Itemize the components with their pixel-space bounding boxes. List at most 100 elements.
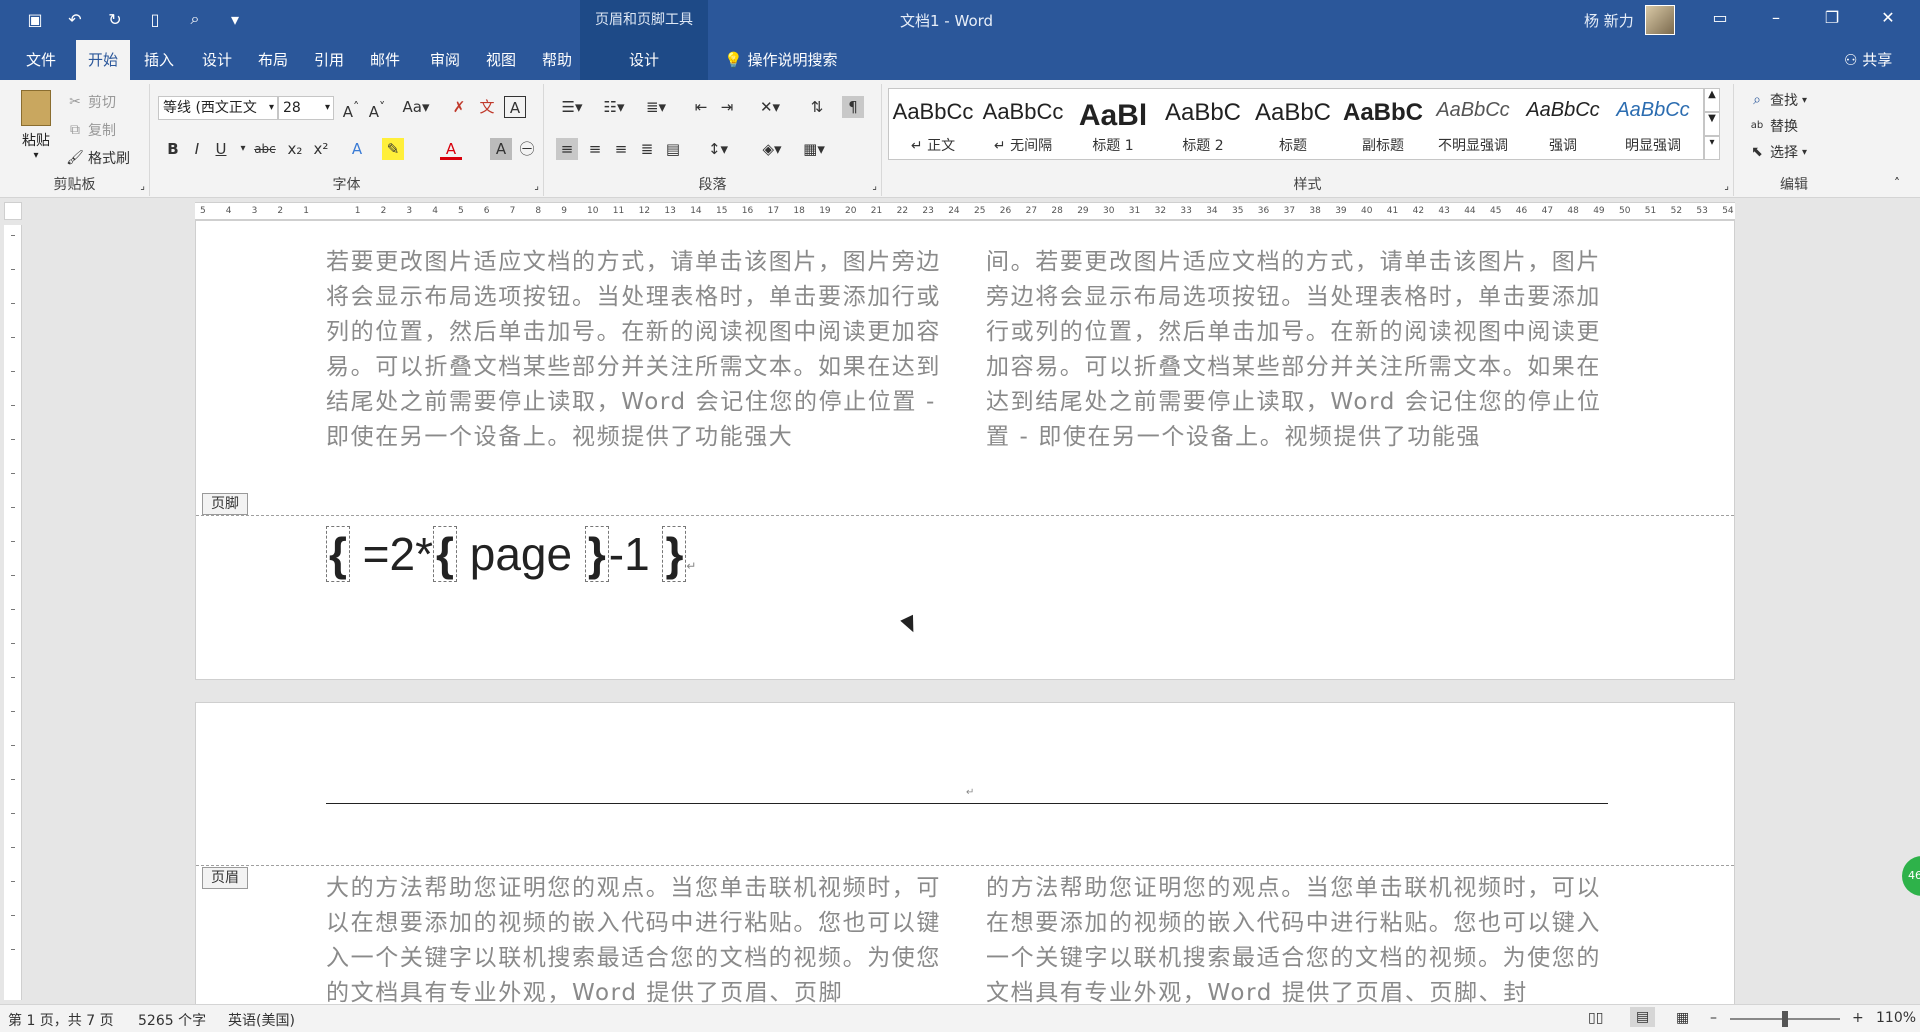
change-case-icon[interactable]: Aa▾ [400,96,432,118]
zoom-out-icon[interactable]: – [1710,1010,1717,1026]
document-page-1[interactable]: 若要更改图片适应文档的方式，请单击该图片，图片旁边将会显示布局选项按钮。当处理表… [195,220,1735,680]
underline-dropdown-icon[interactable]: ▾ [232,138,254,160]
print-preview-icon[interactable]: ⌕ [184,8,206,30]
print-layout-icon[interactable]: ▤ [1630,1007,1656,1027]
justify-icon[interactable]: ≣ [636,138,658,160]
body-column-2[interactable]: 间。若要更改图片适应文档的方式，请单击该图片，图片旁边将会显示布局选项按钮。当处… [986,245,1606,489]
increase-indent-icon[interactable]: ⇥ [716,96,738,118]
strikethrough-icon[interactable]: abc [254,138,276,160]
style-item[interactable]: AaBbCc ↵ 正文 [889,89,977,159]
character-shading-icon[interactable]: A [490,138,512,160]
restore-icon[interactable]: ❐ [1820,8,1844,32]
align-center-icon[interactable]: ≡ [584,138,606,160]
style-item[interactable]: AaBbCc 明显强调 [1609,89,1697,159]
page-count[interactable]: 第 1 页，共 7 页 [8,1010,114,1030]
zoom-in-icon[interactable]: + [1852,1010,1864,1026]
tab-design[interactable]: 设计 [190,40,244,80]
multilevel-list-icon[interactable]: ≣▾ [640,96,672,118]
close-icon[interactable]: ✕ [1876,8,1900,32]
find-button[interactable]: ⌕ 查找 ▾ [1748,90,1807,110]
text-effects-icon[interactable]: A [346,138,368,160]
select-button[interactable]: ⬉ 选择 ▾ [1748,142,1807,162]
font-color-icon[interactable]: A [440,138,462,160]
font-launcher-icon[interactable]: ⌟ [534,181,539,192]
share-button[interactable]: ⚇ 共享 [1844,40,1892,80]
tab-help[interactable]: 帮助 [530,40,584,80]
avatar[interactable] [1645,5,1675,35]
copy-button[interactable]: ⧉ 复制 [66,120,116,140]
floating-badge[interactable]: 46 [1902,856,1920,896]
customize-qat-icon[interactable]: ▾ [224,8,246,30]
line-spacing-icon[interactable]: ↕▾ [702,138,734,160]
shading-icon[interactable]: ◈▾ [756,138,788,160]
zoom-slider-thumb[interactable] [1782,1011,1788,1027]
tab-header-footer-design[interactable]: 设计 [580,40,708,80]
align-left-icon[interactable]: ≡ [556,138,578,160]
style-item[interactable]: AaBbC 标题 2 [1159,89,1247,159]
vertical-ruler[interactable] [4,225,22,1000]
sort-icon[interactable]: ⇅ [806,96,828,118]
align-right-icon[interactable]: ≡ [610,138,632,160]
style-item[interactable]: AaBbCc 强调 [1519,89,1607,159]
subscript-icon[interactable]: x₂ [284,138,306,160]
numbering-icon[interactable]: ☷▾ [598,96,630,118]
minimize-icon[interactable]: – [1764,8,1788,32]
word-count[interactable]: 5265 个字 [138,1010,206,1030]
style-item[interactable]: AaBbCc ↵ 无间隔 [979,89,1067,159]
read-mode-icon[interactable]: ▯▯ [1588,1010,1603,1026]
italic-icon[interactable]: I [186,138,208,160]
tab-home[interactable]: 开始 [76,40,131,80]
collapse-ribbon-icon[interactable]: ˄ [1894,176,1900,190]
gallery-scroll-up[interactable]: ▲ [1704,88,1720,112]
bullets-icon[interactable]: ☰▾ [556,96,588,118]
gallery-scroll-down[interactable]: ▼ [1704,112,1720,136]
styles-launcher-icon[interactable]: ⌟ [1724,181,1729,192]
highlight-icon[interactable]: ✎ [382,138,404,160]
character-border-icon[interactable]: A [504,96,526,118]
shrink-font-icon[interactable]: A˅ [366,96,388,121]
underline-icon[interactable]: U [210,138,232,160]
user-name[interactable]: 杨 新力 [1584,10,1634,31]
paragraph-launcher-icon[interactable]: ⌟ [872,181,877,192]
save-icon[interactable]: ▣ [24,8,46,30]
style-item[interactable]: AaBbCc 不明显强调 [1429,89,1517,159]
tab-selector[interactable] [4,202,22,220]
tab-mailings[interactable]: 邮件 [358,40,412,80]
format-painter-button[interactable]: 🖌 格式刷 [66,148,130,168]
body-column-1[interactable]: 若要更改图片适应文档的方式，请单击该图片，图片旁边将会显示布局选项按钮。当处理表… [326,245,946,489]
tab-layout[interactable]: 布局 [246,40,300,80]
body-column-2[interactable]: 的方法帮助您证明您的观点。当您单击联机视频时，可以在想要添加的视频的嵌入代码中进… [986,871,1606,1011]
document-page-2[interactable]: ↵ 页眉 大的方法帮助您证明您的观点。当您单击联机视频时，可以在想要添加的视频的… [195,702,1735,1012]
style-item[interactable]: AaBl 标题 1 [1069,89,1157,159]
tab-insert[interactable]: 插入 [132,40,186,80]
gallery-more[interactable]: ▾ [1704,136,1720,160]
tell-me-search[interactable]: 💡 操作说明搜索 [724,40,837,80]
borders-icon[interactable]: ▦▾ [798,138,830,160]
tab-references[interactable]: 引用 [302,40,356,80]
show-formatting-marks-icon[interactable]: ¶ [842,96,864,118]
zoom-level[interactable]: 110% [1876,1010,1916,1026]
clear-formatting-icon[interactable]: ✗ [448,96,470,118]
paste-button[interactable]: 粘贴 ▾ [14,90,58,161]
style-item[interactable]: AaBbC 标题 [1249,89,1337,159]
tab-review[interactable]: 审阅 [418,40,472,80]
clipboard-launcher-icon[interactable]: ⌟ [140,181,145,192]
bold-icon[interactable]: B [162,138,184,160]
font-name-combo[interactable]: 等线 (西文正文 ▾ [158,96,278,120]
grow-font-icon[interactable]: A˄ [340,96,362,121]
body-column-1[interactable]: 大的方法帮助您证明您的观点。当您单击联机视频时，可以在想要添加的视频的嵌入代码中… [326,871,946,1011]
style-item[interactable]: AaBbC 副标题 [1339,89,1427,159]
language-indicator[interactable]: 英语(美国) [228,1010,295,1030]
undo-icon[interactable]: ↶ [64,8,86,30]
paste-dropdown-icon[interactable]: ▾ [14,150,58,161]
superscript-icon[interactable]: x² [310,138,332,160]
asian-layout-icon[interactable]: ✕▾ [754,96,786,118]
new-document-icon[interactable]: ▯ [144,8,166,30]
phonetic-guide-icon[interactable]: 文 [476,96,498,118]
horizontal-ruler[interactable]: 5 4 3 2 1 1 2 3 4 5 6 7 8 9 10 11 12 13 14 15 16 17 18 19 20 21 22… [195,202,1735,220]
cut-button[interactable]: ✂ 剪切 [66,92,116,112]
tab-file[interactable]: 文件 [14,40,68,80]
distributed-icon[interactable]: ▤ [662,138,684,160]
redo-icon[interactable]: ↻ [104,8,126,30]
footer-field-code[interactable]: { =2*{ page }-1 } ↵ [326,526,696,582]
